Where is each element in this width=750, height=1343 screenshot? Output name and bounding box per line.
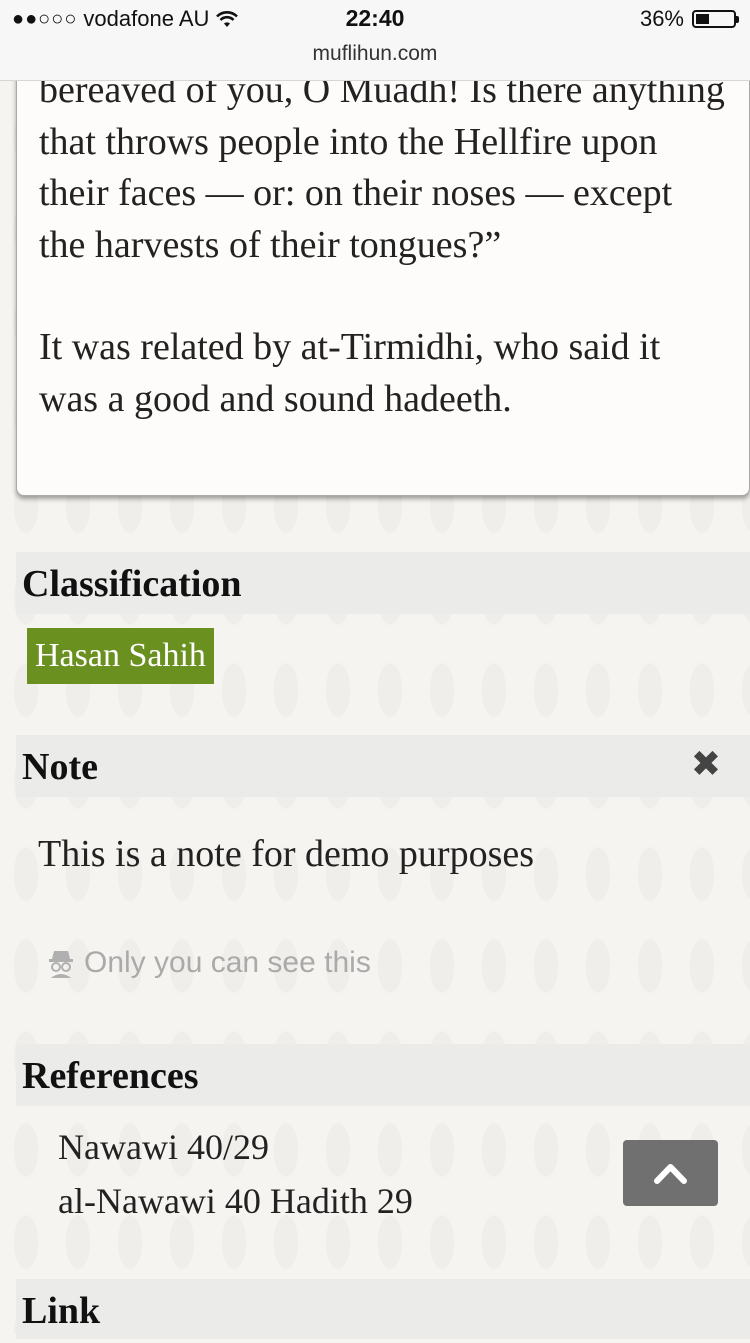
reference-item: al-Nawawi 40 Hadith 29 <box>58 1181 413 1221</box>
hadith-text: bereaved of you, O Muadh! Is there anyth… <box>39 69 725 266</box>
battery-percent: 36% <box>639 6 684 31</box>
address-bar-url[interactable]: muflihun.com <box>0 42 750 66</box>
incognito-icon <box>49 951 73 978</box>
privacy-text: Only you can see this <box>84 946 371 979</box>
note-heading: Note <box>22 746 98 788</box>
classification-heading: Classification <box>16 552 750 614</box>
close-icon[interactable]: ✖ <box>690 747 722 783</box>
classification-badge: Hasan Sahih <box>27 628 214 684</box>
references-heading: References <box>16 1044 750 1106</box>
scroll-to-top-button[interactable] <box>623 1140 718 1206</box>
battery-icon <box>692 10 739 28</box>
note-text: This is a note for demo purposes <box>38 833 535 875</box>
hadith-card: bereaved of you, O Muadh! Is there anyth… <box>16 40 750 496</box>
chevron-up-icon <box>654 1164 687 1184</box>
references-list: Nawawi 40/29 al-Nawawi 40 Hadith 29 <box>58 1120 413 1228</box>
status-bar: ●●○○○ vodafone AU 22:40 36% muflihun.com <box>0 0 750 81</box>
reference-item: Nawawi 40/29 <box>58 1127 269 1167</box>
note-header: Note ✖ <box>16 735 750 797</box>
privacy-indicator: Only you can see this <box>48 946 371 980</box>
link-heading: Link <box>16 1279 750 1339</box>
clock: 22:40 <box>345 5 405 31</box>
battery-info: 36% <box>639 6 739 32</box>
hadith-narration: It was related by at-Tirmidhi, who said … <box>39 326 661 420</box>
